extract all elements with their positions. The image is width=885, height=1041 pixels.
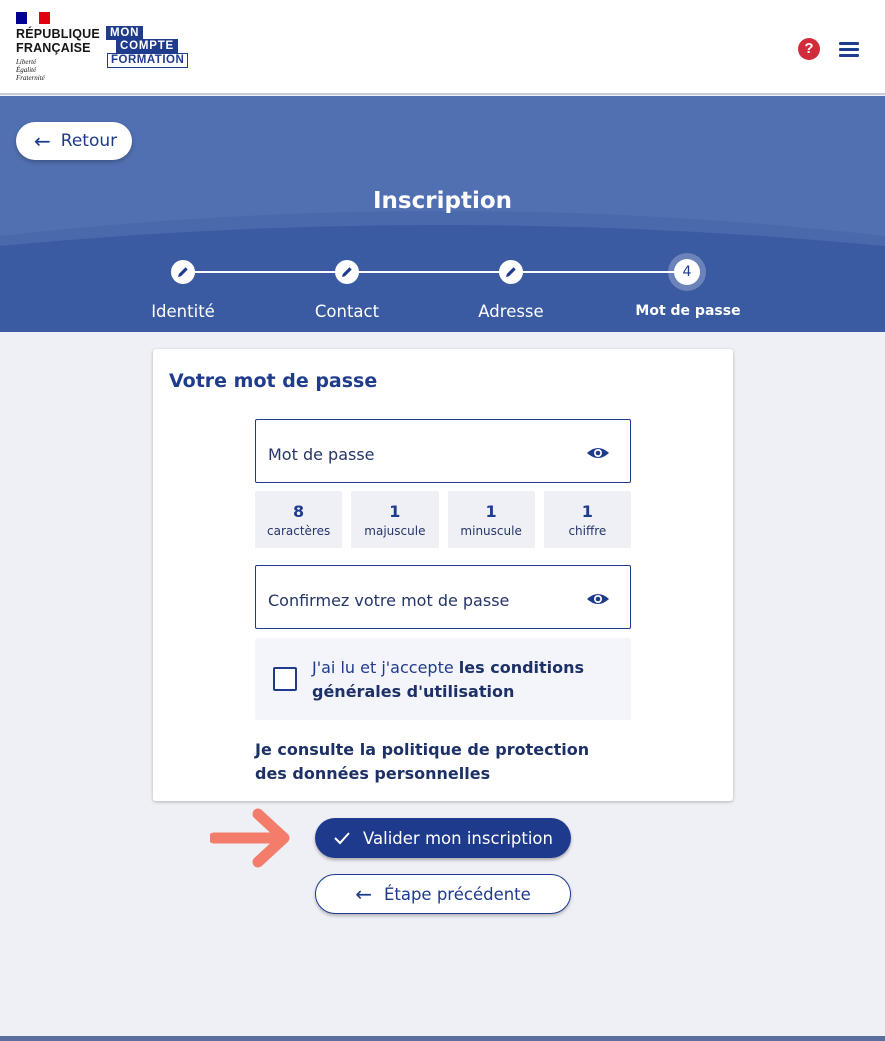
rule-text: majuscule (364, 524, 426, 538)
step-contact-pencil-icon[interactable] (335, 260, 359, 284)
menu-icon[interactable] (839, 42, 859, 57)
card-title: Votre mot de passe (169, 370, 378, 392)
terms-checkbox[interactable] (273, 667, 297, 691)
password-rules: 8 caractères 1 majuscule 1 minuscule 1 c… (255, 491, 631, 548)
checkmark-icon (334, 832, 350, 845)
step-identite-pencil-icon[interactable] (171, 260, 195, 284)
rule-text: chiffre (568, 524, 607, 538)
step-label-mot-de-passe: Mot de passe (635, 303, 741, 319)
logo-line-1: MON (106, 26, 144, 40)
arrow-left-icon: ← (355, 882, 372, 906)
back-button[interactable]: ← Retour (16, 122, 132, 160)
rule-value: 1 (389, 502, 401, 521)
confirm-password-field-label: Confirmez votre mot de passe (268, 591, 510, 610)
republique-line-2: FRANÇAISE (16, 41, 91, 55)
rule-characters: 8 caractères (255, 491, 343, 548)
top-header: RÉPUBLIQUE FRANÇAISE Liberté Égalité Fra… (0, 0, 885, 95)
password-field[interactable]: Mot de passe (255, 419, 631, 483)
show-password-eye-icon[interactable] (586, 446, 610, 460)
step-label-identite: Identité (151, 302, 215, 321)
republique-line-1: RÉPUBLIQUE (16, 27, 100, 41)
logo-line-3: FORMATION (107, 53, 189, 68)
pointer-arrow-icon (210, 808, 290, 868)
rule-value: 8 (293, 502, 305, 521)
show-confirm-password-eye-icon[interactable] (586, 592, 610, 606)
republique-francaise-logo[interactable]: RÉPUBLIQUE FRANÇAISE Liberté Égalité Fra… (16, 12, 100, 82)
logo-line-2: COMPTE (116, 39, 178, 53)
submit-registration-button[interactable]: Valider mon inscription (315, 818, 571, 858)
flag-icon (16, 12, 50, 24)
step-label-adresse: Adresse (478, 302, 544, 321)
help-icon[interactable]: ? (798, 38, 820, 60)
arrow-left-icon: ← (34, 129, 51, 153)
step-label-contact: Contact (314, 302, 380, 321)
rule-uppercase: 1 majuscule (351, 491, 439, 548)
step-adresse-pencil-icon[interactable] (499, 260, 523, 284)
previous-step-label: Étape précédente (383, 884, 531, 904)
step-number: 4 (674, 259, 700, 285)
back-button-label: Retour (60, 131, 118, 151)
submit-registration-label: Valider mon inscription (363, 828, 553, 848)
rule-value: 1 (485, 502, 497, 521)
rule-digit: 1 chiffre (543, 491, 631, 548)
rule-value: 1 (581, 502, 593, 521)
password-field-label: Mot de passe (268, 445, 375, 464)
previous-step-button[interactable]: ← Étape précédente (315, 874, 571, 914)
confirm-password-field[interactable]: Confirmez votre mot de passe (255, 565, 631, 629)
motto-egalite: Égalité (16, 66, 37, 74)
motto-fraternite: Fraternité (16, 74, 45, 82)
bottom-bar (0, 1036, 885, 1041)
password-card: Votre mot de passe Mot de passe 8 caract… (153, 349, 733, 801)
page-title: Inscription (373, 188, 512, 214)
terms-prefix: J'ai lu et j'accepte (312, 658, 459, 677)
rule-text: caractères (267, 524, 331, 538)
step-mot-de-passe-indicator: 4 (668, 253, 706, 291)
privacy-policy-link[interactable]: Je consulte la politique de protection d… (255, 738, 605, 786)
mon-compte-formation-logo[interactable]: MON COMPTE FORMATION (106, 26, 191, 68)
rule-lowercase: 1 minuscule (447, 491, 535, 548)
terms-block: J'ai lu et j'accepte les conditions géné… (255, 638, 631, 720)
stepper-line (183, 271, 688, 273)
terms-text: J'ai lu et j'accepte les conditions géné… (312, 656, 602, 704)
hero-wave-background (0, 96, 885, 332)
motto: Liberté Égalité Fraternité (16, 58, 100, 82)
motto-liberte: Liberté (16, 58, 37, 66)
rule-text: minuscule (460, 524, 522, 538)
hero-banner: ← Retour Inscription 4 Identité Contact … (0, 96, 885, 332)
